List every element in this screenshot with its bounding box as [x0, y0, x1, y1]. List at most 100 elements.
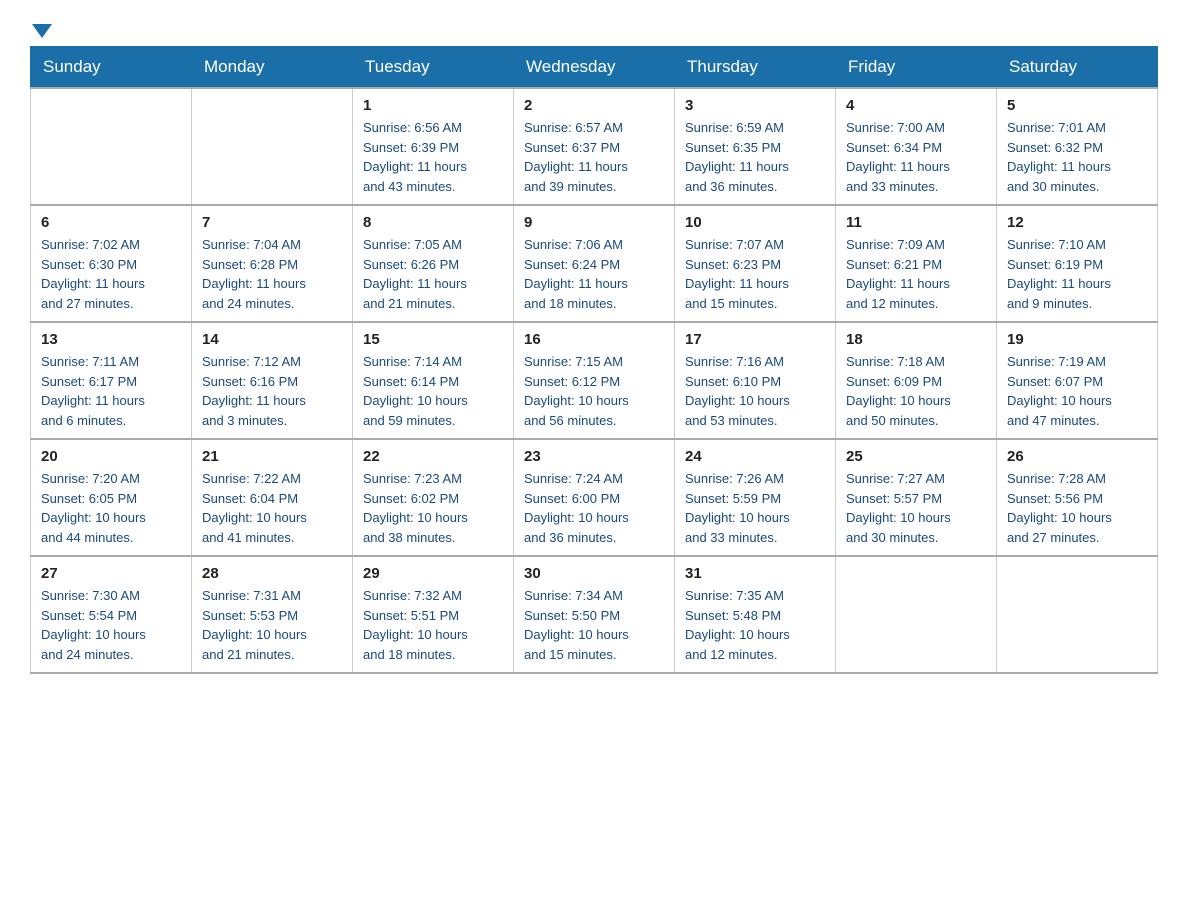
day-number: 10 — [685, 214, 825, 231]
day-info: Sunrise: 7:14 AM Sunset: 6:14 PM Dayligh… — [363, 352, 503, 430]
day-info: Sunrise: 7:20 AM Sunset: 6:05 PM Dayligh… — [41, 469, 181, 547]
weekday-header-monday: Monday — [192, 47, 353, 89]
calendar-cell: 17 Sunrise: 7:16 AM Sunset: 6:10 PM Dayli… — [675, 322, 836, 439]
day-number: 26 — [1007, 448, 1147, 465]
calendar-cell — [997, 556, 1158, 673]
day-number: 28 — [202, 565, 342, 582]
day-number: 22 — [363, 448, 503, 465]
weekday-header-sunday: Sunday — [31, 47, 192, 89]
calendar-cell: 8 Sunrise: 7:05 AM Sunset: 6:26 PM Daylig… — [353, 205, 514, 322]
day-number: 16 — [524, 331, 664, 348]
day-info: Sunrise: 7:02 AM Sunset: 6:30 PM Dayligh… — [41, 235, 181, 313]
day-number: 9 — [524, 214, 664, 231]
weekday-header-friday: Friday — [836, 47, 997, 89]
calendar-cell: 18 Sunrise: 7:18 AM Sunset: 6:09 PM Dayli… — [836, 322, 997, 439]
calendar-cell: 24 Sunrise: 7:26 AM Sunset: 5:59 PM Dayli… — [675, 439, 836, 556]
calendar-cell: 14 Sunrise: 7:12 AM Sunset: 6:16 PM Dayli… — [192, 322, 353, 439]
day-info: Sunrise: 7:10 AM Sunset: 6:19 PM Dayligh… — [1007, 235, 1147, 313]
day-info: Sunrise: 7:27 AM Sunset: 5:57 PM Dayligh… — [846, 469, 986, 547]
day-number: 20 — [41, 448, 181, 465]
calendar-week-4: 20 Sunrise: 7:20 AM Sunset: 6:05 PM Dayli… — [31, 439, 1158, 556]
day-info: Sunrise: 7:32 AM Sunset: 5:51 PM Dayligh… — [363, 586, 503, 664]
day-info: Sunrise: 7:16 AM Sunset: 6:10 PM Dayligh… — [685, 352, 825, 430]
day-info: Sunrise: 6:57 AM Sunset: 6:37 PM Dayligh… — [524, 118, 664, 196]
day-number: 29 — [363, 565, 503, 582]
day-info: Sunrise: 7:11 AM Sunset: 6:17 PM Dayligh… — [41, 352, 181, 430]
calendar-cell: 15 Sunrise: 7:14 AM Sunset: 6:14 PM Dayli… — [353, 322, 514, 439]
day-number: 18 — [846, 331, 986, 348]
page-header — [30, 20, 1158, 36]
day-info: Sunrise: 7:26 AM Sunset: 5:59 PM Dayligh… — [685, 469, 825, 547]
day-number: 15 — [363, 331, 503, 348]
calendar-cell: 27Sunrise: 7:30 AM Sunset: 5:54 PM Dayli… — [31, 556, 192, 673]
weekday-header-tuesday: Tuesday — [353, 47, 514, 89]
day-number: 12 — [1007, 214, 1147, 231]
day-number: 8 — [363, 214, 503, 231]
calendar-cell: 3Sunrise: 6:59 AM Sunset: 6:35 PM Daylig… — [675, 88, 836, 205]
day-number: 1 — [363, 97, 503, 114]
calendar-cell: 25 Sunrise: 7:27 AM Sunset: 5:57 PM Dayli… — [836, 439, 997, 556]
day-number: 3 — [685, 97, 825, 114]
calendar-cell: 23Sunrise: 7:24 AM Sunset: 6:00 PM Dayli… — [514, 439, 675, 556]
calendar-cell: 30 Sunrise: 7:34 AM Sunset: 5:50 PM Dayli… — [514, 556, 675, 673]
day-info: Sunrise: 7:34 AM Sunset: 5:50 PM Dayligh… — [524, 586, 664, 664]
calendar-week-3: 13 Sunrise: 7:11 AM Sunset: 6:17 PM Dayli… — [31, 322, 1158, 439]
calendar-cell: 29 Sunrise: 7:32 AM Sunset: 5:51 PM Dayli… — [353, 556, 514, 673]
day-number: 6 — [41, 214, 181, 231]
day-number: 19 — [1007, 331, 1147, 348]
day-info: Sunrise: 7:12 AM Sunset: 6:16 PM Dayligh… — [202, 352, 342, 430]
calendar-cell: 7Sunrise: 7:04 AM Sunset: 6:28 PM Daylig… — [192, 205, 353, 322]
calendar-cell — [192, 88, 353, 205]
day-info: Sunrise: 7:23 AM Sunset: 6:02 PM Dayligh… — [363, 469, 503, 547]
day-number: 4 — [846, 97, 986, 114]
day-number: 14 — [202, 331, 342, 348]
calendar-cell: 22 Sunrise: 7:23 AM Sunset: 6:02 PM Dayli… — [353, 439, 514, 556]
day-number: 24 — [685, 448, 825, 465]
calendar-cell: 26 Sunrise: 7:28 AM Sunset: 5:56 PM Dayli… — [997, 439, 1158, 556]
calendar-cell: 21 Sunrise: 7:22 AM Sunset: 6:04 PM Dayli… — [192, 439, 353, 556]
day-number: 30 — [524, 565, 664, 582]
day-info: Sunrise: 7:31 AM Sunset: 5:53 PM Dayligh… — [202, 586, 342, 664]
calendar-cell — [836, 556, 997, 673]
calendar-week-5: 27Sunrise: 7:30 AM Sunset: 5:54 PM Dayli… — [31, 556, 1158, 673]
weekday-header-wednesday: Wednesday — [514, 47, 675, 89]
calendar-cell: 28 Sunrise: 7:31 AM Sunset: 5:53 PM Dayli… — [192, 556, 353, 673]
calendar-cell: 2 Sunrise: 6:57 AM Sunset: 6:37 PM Daylig… — [514, 88, 675, 205]
day-number: 5 — [1007, 97, 1147, 114]
calendar-cell: 6 Sunrise: 7:02 AM Sunset: 6:30 PM Daylig… — [31, 205, 192, 322]
day-number: 25 — [846, 448, 986, 465]
calendar-cell: 16 Sunrise: 7:15 AM Sunset: 6:12 PM Dayli… — [514, 322, 675, 439]
calendar-cell: 19Sunrise: 7:19 AM Sunset: 6:07 PM Dayli… — [997, 322, 1158, 439]
logo — [30, 20, 52, 36]
calendar-cell: 5 Sunrise: 7:01 AM Sunset: 6:32 PM Daylig… — [997, 88, 1158, 205]
calendar-cell: 11 Sunrise: 7:09 AM Sunset: 6:21 PM Dayli… — [836, 205, 997, 322]
day-info: Sunrise: 7:06 AM Sunset: 6:24 PM Dayligh… — [524, 235, 664, 313]
calendar-week-2: 6 Sunrise: 7:02 AM Sunset: 6:30 PM Daylig… — [31, 205, 1158, 322]
day-info: Sunrise: 7:04 AM Sunset: 6:28 PM Dayligh… — [202, 235, 342, 313]
calendar-cell: 9 Sunrise: 7:06 AM Sunset: 6:24 PM Daylig… — [514, 205, 675, 322]
weekday-header-saturday: Saturday — [997, 47, 1158, 89]
day-info: Sunrise: 7:28 AM Sunset: 5:56 PM Dayligh… — [1007, 469, 1147, 547]
day-number: 11 — [846, 214, 986, 231]
calendar-cell: 1Sunrise: 6:56 AM Sunset: 6:39 PM Daylig… — [353, 88, 514, 205]
calendar-cell: 20 Sunrise: 7:20 AM Sunset: 6:05 PM Dayli… — [31, 439, 192, 556]
day-info: Sunrise: 7:35 AM Sunset: 5:48 PM Dayligh… — [685, 586, 825, 664]
day-info: Sunrise: 7:18 AM Sunset: 6:09 PM Dayligh… — [846, 352, 986, 430]
day-info: Sunrise: 7:15 AM Sunset: 6:12 PM Dayligh… — [524, 352, 664, 430]
calendar-cell: 31 Sunrise: 7:35 AM Sunset: 5:48 PM Dayli… — [675, 556, 836, 673]
calendar-cell: 10Sunrise: 7:07 AM Sunset: 6:23 PM Dayli… — [675, 205, 836, 322]
day-number: 2 — [524, 97, 664, 114]
logo-arrow-icon — [32, 24, 52, 38]
day-number: 17 — [685, 331, 825, 348]
day-info: Sunrise: 7:01 AM Sunset: 6:32 PM Dayligh… — [1007, 118, 1147, 196]
day-number: 31 — [685, 565, 825, 582]
calendar-week-1: 1Sunrise: 6:56 AM Sunset: 6:39 PM Daylig… — [31, 88, 1158, 205]
calendar-cell: 12 Sunrise: 7:10 AM Sunset: 6:19 PM Dayli… — [997, 205, 1158, 322]
day-info: Sunrise: 7:22 AM Sunset: 6:04 PM Dayligh… — [202, 469, 342, 547]
day-info: Sunrise: 7:09 AM Sunset: 6:21 PM Dayligh… — [846, 235, 986, 313]
calendar-cell: 4Sunrise: 7:00 AM Sunset: 6:34 PM Daylig… — [836, 88, 997, 205]
calendar-table: SundayMondayTuesdayWednesdayThursdayFrid… — [30, 46, 1158, 674]
day-number: 21 — [202, 448, 342, 465]
day-number: 13 — [41, 331, 181, 348]
day-info: Sunrise: 7:05 AM Sunset: 6:26 PM Dayligh… — [363, 235, 503, 313]
